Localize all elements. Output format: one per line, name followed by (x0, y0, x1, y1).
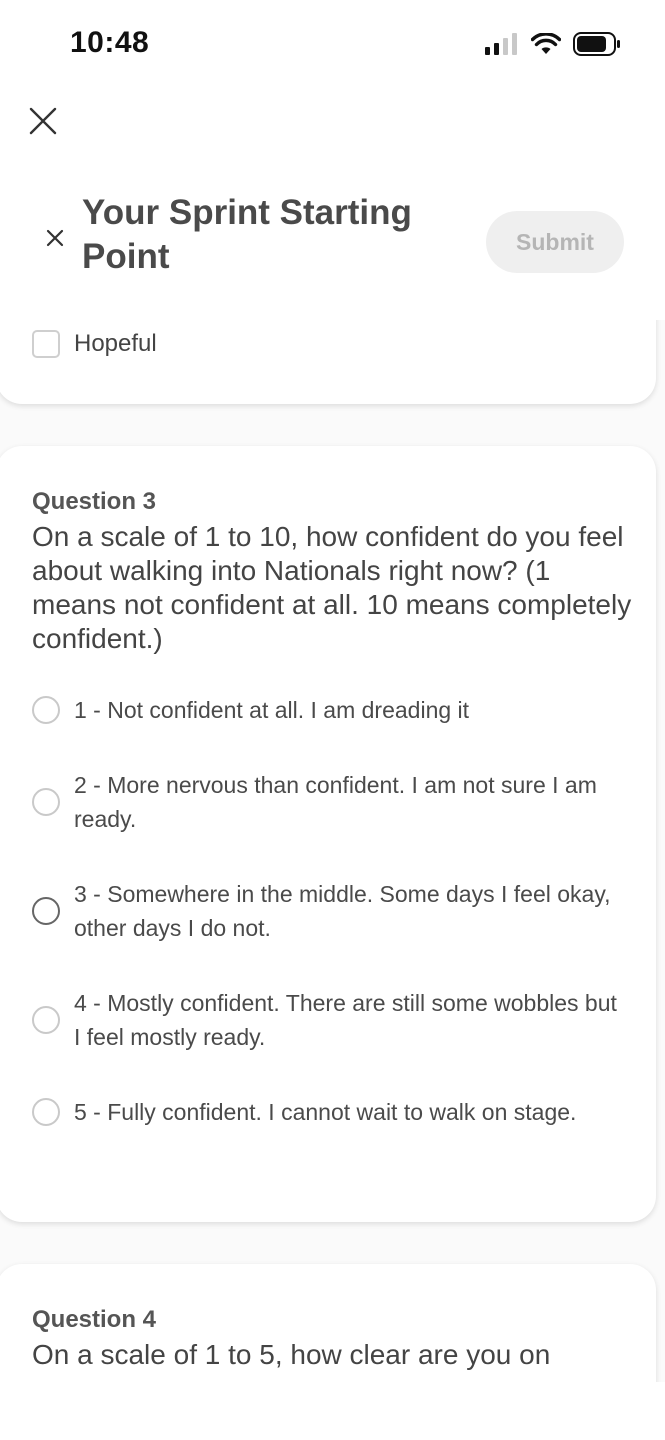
radio-option-4[interactable]: 4 - Mostly confident. There are still so… (32, 986, 622, 1054)
close-icon[interactable] (26, 104, 60, 138)
page-title: Your Sprint Starting Point (82, 193, 412, 276)
radio-button[interactable] (32, 696, 60, 724)
radio-label: 1 - Not confident at all. I am dreading … (74, 697, 470, 723)
radio-label: 3 - Somewhere in the middle. Some days I… (74, 881, 611, 941)
option-row[interactable]: Hopeful (32, 330, 157, 358)
question-card-4: Question 4 On a scale of 1 to 5, how cle… (0, 1264, 656, 1382)
status-icons (485, 30, 621, 58)
radio-option-2[interactable]: 2 - More nervous than confident. I am no… (32, 768, 622, 836)
radio-label: 4 - Mostly confident. There are still so… (74, 990, 617, 1050)
question-number: Question 4 (32, 1306, 157, 1333)
form-header: Your Sprint Starting Point Submit (0, 185, 665, 305)
radio-option-3[interactable]: 3 - Somewhere in the middle. Some days I… (32, 877, 622, 945)
signal-icon (485, 33, 517, 55)
question-card-3: Question 3 On a scale of 1 to 10, how co… (0, 446, 656, 1222)
radio-option-1[interactable]: 1 - Not confident at all. I am dreading … (32, 693, 622, 727)
radio-button[interactable] (32, 1006, 60, 1034)
radio-label: 5 - Fully confident. I cannot wait to wa… (74, 1099, 577, 1125)
close-form-icon[interactable] (42, 225, 68, 251)
question-number: Question 3 (32, 488, 157, 515)
question-text: On a scale of 1 to 10, how confident do … (32, 521, 632, 654)
form-scroll-area[interactable]: Hopeful Question 3 On a scale of 1 to 10… (0, 320, 665, 1382)
radio-option-5[interactable]: 5 - Fully confident. I cannot wait to wa… (32, 1095, 622, 1129)
question-text: On a scale of 1 to 5, how clear are you … (32, 1339, 551, 1370)
battery-icon (573, 32, 620, 56)
status-bar: 10:48 (0, 0, 665, 90)
wifi-icon (531, 33, 561, 54)
checkbox[interactable] (32, 330, 60, 358)
radio-button[interactable] (32, 1098, 60, 1126)
radio-button[interactable] (32, 788, 60, 816)
submit-button[interactable]: Submit (486, 211, 624, 273)
radio-button[interactable] (32, 897, 60, 925)
radio-label: 2 - More nervous than confident. I am no… (74, 772, 597, 832)
status-time: 10:48 (70, 26, 150, 59)
option-label: Hopeful (74, 330, 157, 357)
question-card: Hopeful (0, 320, 656, 404)
